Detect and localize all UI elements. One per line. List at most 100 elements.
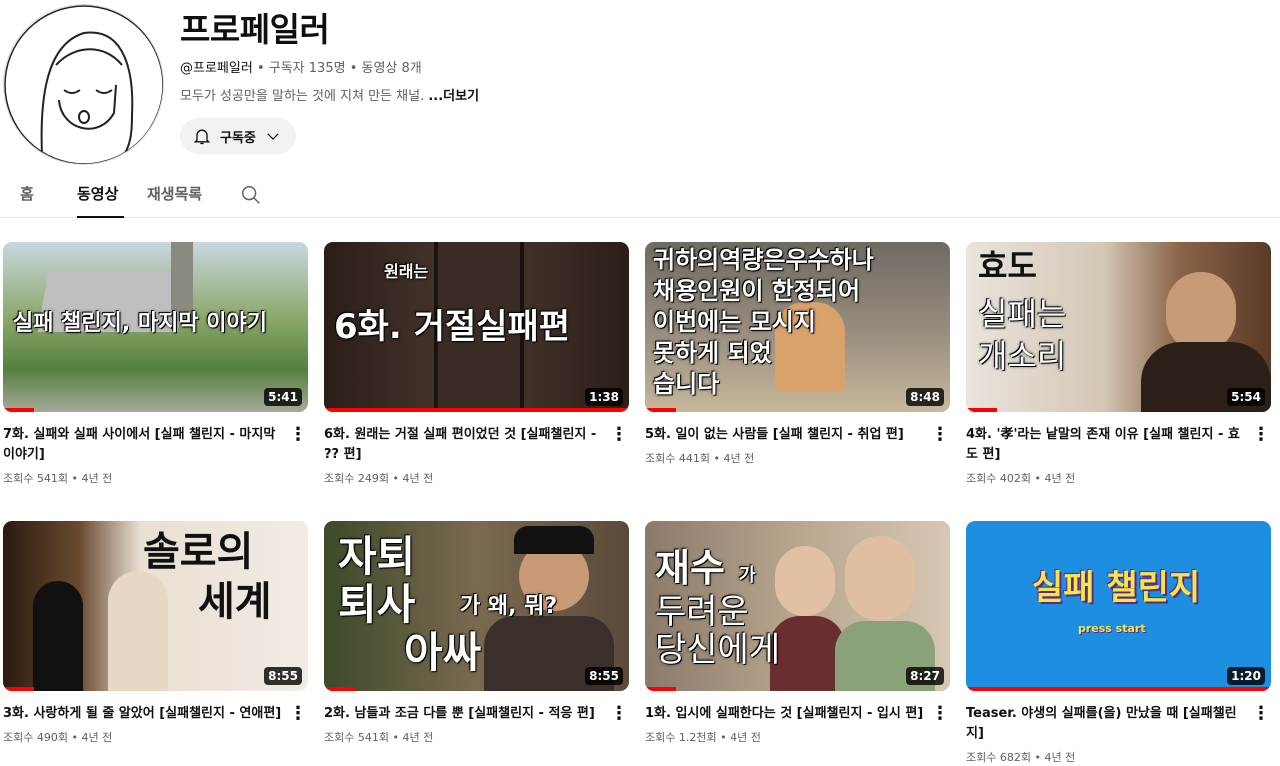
- thumbnail-text: 가 왜, 뭐?: [460, 594, 558, 619]
- channel-avatar[interactable]: [3, 4, 164, 165]
- meta-separator: •: [720, 731, 727, 744]
- meta-separator: •: [392, 472, 399, 485]
- watch-progress-bar: [3, 687, 34, 691]
- video-meta: 조회수 490회 • 4년 전: [3, 730, 308, 746]
- video-title[interactable]: 2화. 남들과 조금 다를 뿐 [실패챌린지 - 적응 편]: [324, 704, 604, 724]
- view-count: 조회수 402회: [966, 472, 1031, 485]
- thumbnail-text: 습니다: [653, 370, 720, 398]
- upload-age: 4년 전: [730, 731, 761, 744]
- thumbnail-text: 재수: [655, 546, 725, 590]
- video-meta: 조회수 1.2천회 • 4년 전: [645, 730, 950, 746]
- video-card[interactable]: 실패 챌린지 press start 1:20 Teaser. 야생의 실패를(…: [966, 521, 1271, 766]
- thumbnail-text: 못하게 되었: [653, 339, 772, 367]
- upload-age: 4년 전: [1044, 751, 1076, 764]
- subscriber-count: 구독자 135명: [268, 61, 346, 76]
- meta-separator: •: [713, 452, 720, 465]
- video-count: 동영상 8개: [361, 61, 422, 76]
- thumbnail-text: 가: [739, 565, 756, 586]
- search-icon[interactable]: [240, 184, 262, 210]
- duration-badge: 1:20: [1227, 667, 1265, 685]
- view-count: 조회수 541회: [324, 731, 389, 744]
- channel-meta: @프로페일러 • 구독자 135명 • 동영상 8개: [180, 60, 479, 78]
- channel-handle[interactable]: @프로페일러: [180, 61, 253, 76]
- video-title[interactable]: 1화. 입시에 실패한다는 것 [실패챌린지 - 입시 편]: [645, 704, 925, 724]
- video-card[interactable]: 귀하의역량은우수하나 채용인원이 한정되어 이번에는 모시지 못하게 되었 습니…: [645, 242, 950, 467]
- meta-separator: •: [1034, 751, 1041, 764]
- video-title[interactable]: 3화. 사랑하게 될 줄 알았어 [실패챌린지 - 연애편]: [3, 704, 283, 724]
- description-text: 모두가 성공만을 말하는 것에 지쳐 만든 채널.: [180, 89, 425, 104]
- channel-description[interactable]: 모두가 성공만을 말하는 것에 지쳐 만든 채널. ...더보기: [180, 88, 479, 106]
- video-thumbnail[interactable]: 귀하의역량은우수하나 채용인원이 한정되어 이번에는 모시지 못하게 되었 습니…: [645, 242, 950, 412]
- tab-videos[interactable]: 동영상: [77, 183, 124, 218]
- view-count: 조회수 541회: [3, 472, 68, 485]
- duration-badge: 8:48: [906, 388, 944, 406]
- watch-progress-bar: [645, 687, 676, 691]
- thumbnail-text: 두려운: [655, 592, 749, 632]
- more-vert-icon[interactable]: ⋮: [930, 425, 950, 445]
- video-meta: 조회수 682회 • 4년 전: [966, 750, 1271, 766]
- video-title[interactable]: Teaser. 야생의 실패를(을) 만났을 때 [실패챌린지]: [966, 704, 1246, 744]
- video-thumbnail[interactable]: 솔로의 세계 8:55: [3, 521, 308, 691]
- duration-badge: 5:41: [264, 388, 302, 406]
- video-thumbnail[interactable]: 실패 챌린지 press start 1:20: [966, 521, 1271, 691]
- video-title[interactable]: 5화. 일이 없는 사람들 [실패 챌린지 - 취업 편]: [645, 425, 925, 445]
- video-thumbnail[interactable]: 실패 챌린지, 마지막 이야기 5:41: [3, 242, 308, 412]
- thumbnail-text: 자퇴: [338, 532, 416, 581]
- more-link[interactable]: ...더보기: [428, 89, 479, 104]
- video-meta: 조회수 249회 • 4년 전: [324, 471, 629, 487]
- thumbnail-text: 귀하의역량은우수하나: [653, 246, 874, 274]
- more-vert-icon[interactable]: ⋮: [609, 704, 629, 724]
- video-card[interactable]: 원래는 6화. 거절실패편 1:38 6화. 원래는 거절 실패 편이었던 것 …: [324, 242, 629, 487]
- video-card[interactable]: 재수 가 두려운 당신에게 8:27 1화. 입시에 실패한다는 것 [실패챌린…: [645, 521, 950, 746]
- video-thumbnail[interactable]: 원래는 6화. 거절실패편 1:38: [324, 242, 629, 412]
- view-count: 조회수 249회: [324, 472, 389, 485]
- upload-age: 4년 전: [81, 472, 113, 485]
- thumbnail-text: 채용인원이 한정되어: [653, 277, 861, 305]
- view-count: 조회수 682회: [966, 751, 1031, 764]
- duration-badge: 8:27: [906, 667, 944, 685]
- video-card[interactable]: 효도 실패는 개소리 5:54 4화. '孝'라는 낱말의 존재 이유 [실패 …: [966, 242, 1271, 487]
- channel-tabs: 홈 동영상 재생목록: [0, 168, 1280, 218]
- watch-progress-bar: [645, 408, 676, 412]
- upload-age: 4년 전: [402, 472, 434, 485]
- watch-progress-bar: [324, 408, 629, 412]
- video-card[interactable]: 자퇴 퇴사 가 왜, 뭐? 아싸 8:55 2화. 남들과 조금 다를 뿐 [실…: [324, 521, 629, 746]
- tab-home[interactable]: 홈: [20, 183, 34, 218]
- thumbnail-text: 효도: [978, 247, 1037, 285]
- thumbnail-text: 아싸: [404, 628, 482, 677]
- bell-icon: [192, 126, 212, 146]
- video-title[interactable]: 7화. 실패와 실패 사이에서 [실패 챌린지 - 마지막 이야기]: [3, 425, 283, 465]
- view-count: 조회수 441회: [645, 452, 710, 465]
- video-meta: 조회수 402회 • 4년 전: [966, 471, 1271, 487]
- thumbnail-text: 실패 챌린지, 마지막 이야기: [13, 311, 267, 336]
- video-title[interactable]: 4화. '孝'라는 낱말의 존재 이유 [실패 챌린지 - 효도 편]: [966, 425, 1246, 465]
- video-meta: 조회수 541회 • 4년 전: [324, 730, 629, 746]
- more-vert-icon[interactable]: ⋮: [288, 704, 308, 724]
- watch-progress-bar: [324, 687, 355, 691]
- tab-playlists[interactable]: 재생목록: [147, 183, 202, 218]
- subscribed-button[interactable]: 구독중: [180, 118, 296, 154]
- more-vert-icon[interactable]: ⋮: [930, 704, 950, 724]
- more-vert-icon[interactable]: ⋮: [609, 425, 629, 445]
- more-vert-icon[interactable]: ⋮: [1251, 425, 1271, 445]
- duration-badge: 8:55: [264, 667, 302, 685]
- video-card[interactable]: 솔로의 세계 8:55 3화. 사랑하게 될 줄 알았어 [실패챌린지 - 연애…: [3, 521, 308, 746]
- thumbnail-text: 퇴사: [338, 580, 416, 629]
- thumbnail-text: press start: [1078, 622, 1146, 635]
- video-thumbnail[interactable]: 자퇴 퇴사 가 왜, 뭐? 아싸 8:55: [324, 521, 629, 691]
- upload-age: 4년 전: [1044, 472, 1076, 485]
- video-title[interactable]: 6화. 원래는 거절 실패 편이었던 것 [실패챌린지 - ?? 편]: [324, 425, 604, 465]
- video-card[interactable]: 실패 챌린지, 마지막 이야기 5:41 7화. 실패와 실패 사이에서 [실패…: [3, 242, 308, 487]
- video-thumbnail[interactable]: 효도 실패는 개소리 5:54: [966, 242, 1271, 412]
- watch-progress-bar: [966, 408, 997, 412]
- subscribed-label: 구독중: [220, 130, 256, 146]
- meta-separator: •: [71, 472, 78, 485]
- duration-badge: 5:54: [1227, 388, 1265, 406]
- video-meta: 조회수 441회 • 4년 전: [645, 451, 950, 467]
- video-thumbnail[interactable]: 재수 가 두려운 당신에게 8:27: [645, 521, 950, 691]
- more-vert-icon[interactable]: ⋮: [1251, 704, 1271, 724]
- more-vert-icon[interactable]: ⋮: [288, 425, 308, 445]
- thumbnail-text: 개소리: [978, 337, 1067, 375]
- thumbnail-text: 솔로의: [143, 529, 254, 575]
- view-count: 조회수 1.2천회: [645, 731, 717, 744]
